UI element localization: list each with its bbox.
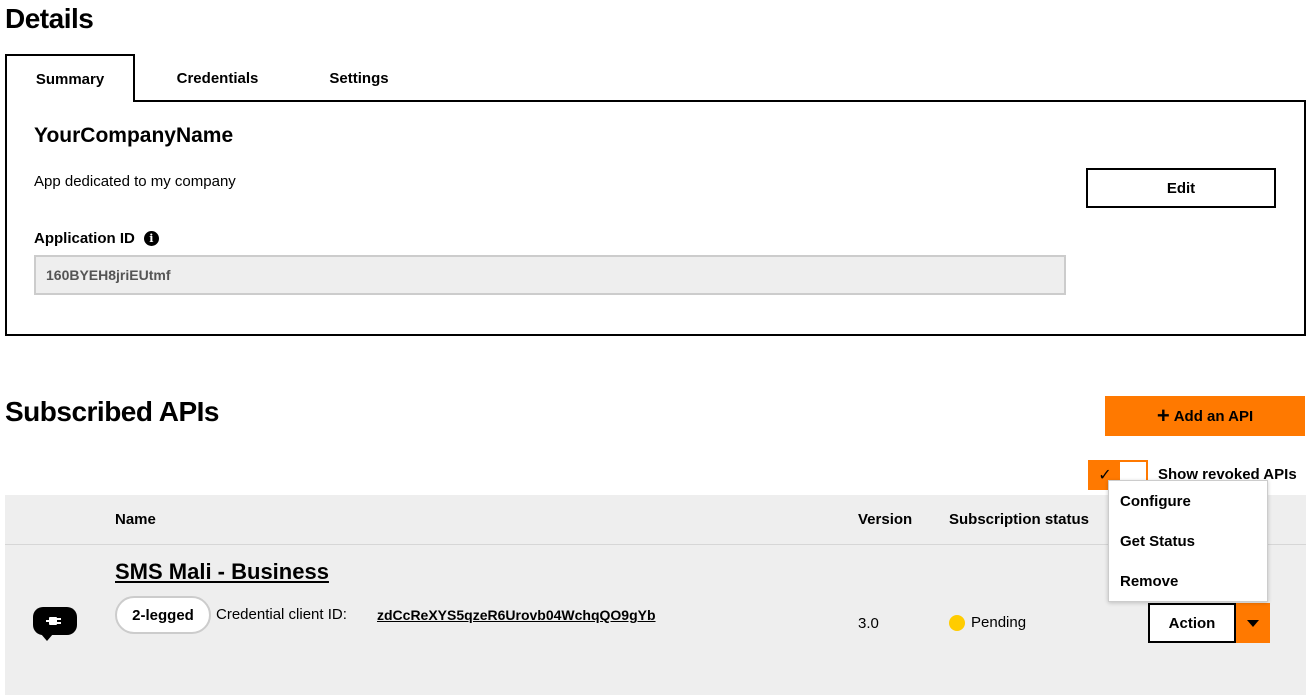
tab-credentials[interactable]: Credentials: [135, 54, 300, 102]
credential-client-id-label: Credential client ID:: [216, 606, 347, 623]
edit-button[interactable]: Edit: [1086, 168, 1276, 208]
menu-item-get-status[interactable]: Get Status: [1120, 533, 1195, 550]
tab-summary[interactable]: Summary: [5, 54, 135, 102]
application-id-label-text: Application ID: [34, 230, 135, 247]
action-menu: Configure Get Status Remove: [1108, 480, 1268, 602]
header-subscription-status: Subscription status: [949, 511, 1090, 528]
auth-type-badge: 2-legged: [115, 596, 211, 634]
application-id-label: Application ID i: [34, 230, 159, 247]
app-description: App dedicated to my company: [34, 173, 236, 190]
action-dropdown-toggle[interactable]: [1236, 603, 1270, 643]
menu-item-remove[interactable]: Remove: [1120, 573, 1178, 590]
subscribed-apis-title: Subscribed APIs: [5, 396, 219, 427]
details-title: Details: [5, 3, 94, 34]
tab-bar: Summary Credentials Settings: [5, 54, 418, 102]
api-name-link[interactable]: SMS Mali - Business: [115, 559, 329, 585]
api-version: 3.0: [858, 615, 879, 632]
tab-settings[interactable]: Settings: [300, 54, 418, 102]
api-plug-icon: [33, 607, 77, 641]
credential-client-id-link[interactable]: zdCcReXYS5qzeR6Urovb04WchqQO9gYb: [377, 607, 656, 623]
summary-panel: YourCompanyName App dedicated to my comp…: [5, 100, 1306, 336]
menu-item-configure[interactable]: Configure: [1120, 493, 1191, 510]
subscription-status: Pending: [949, 614, 1026, 631]
header-name: Name: [115, 511, 156, 528]
add-api-label: Add an API: [1173, 407, 1254, 425]
status-text: Pending: [971, 614, 1027, 631]
app-name: YourCompanyName: [34, 124, 234, 147]
header-version: Version: [858, 511, 913, 528]
add-api-button[interactable]: + Add an API: [1105, 396, 1305, 436]
action-button[interactable]: Action: [1148, 603, 1236, 643]
application-id-field[interactable]: [34, 255, 1066, 295]
action-split-button: Action: [1148, 603, 1270, 643]
info-icon[interactable]: i: [143, 231, 159, 246]
plus-icon: +: [1156, 403, 1170, 428]
caret-down-icon: [1247, 619, 1259, 627]
status-dot-icon: [949, 614, 965, 631]
